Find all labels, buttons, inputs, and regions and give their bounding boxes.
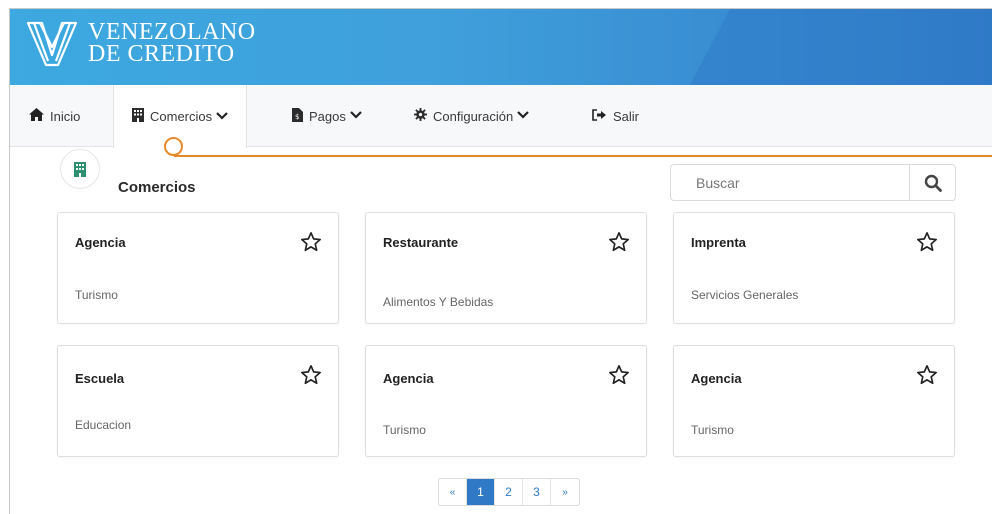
section-building-icon xyxy=(60,149,100,189)
brand-line-2: DE CREDITO xyxy=(88,41,235,67)
merchant-name: Agencia xyxy=(75,235,126,250)
brand-logo[interactable]: VENEZOLANO DE CREDITO xyxy=(24,15,256,71)
merchant-category: Educacion xyxy=(75,418,132,432)
merchant-category: Alimentos Y Bebidas xyxy=(383,295,494,309)
nav-configuracion-label: Configuración xyxy=(433,108,514,124)
merchant-card[interactable]: Imprenta Servicios Generales xyxy=(673,212,955,324)
nav-inicio[interactable]: Inicio xyxy=(29,85,80,147)
brand-name: VENEZOLANO DE CREDITO xyxy=(88,19,256,67)
callout-marker xyxy=(164,137,183,156)
merchant-category: Turismo xyxy=(383,423,426,437)
pagination-page-3[interactable]: 3 xyxy=(523,479,551,505)
invoice-icon: $ xyxy=(292,107,303,125)
star-icon[interactable] xyxy=(300,364,322,386)
nav-comercios-label: Comercios xyxy=(150,109,213,124)
header-decoration xyxy=(689,9,992,85)
merchant-card[interactable]: Agencia Turismo xyxy=(57,212,339,324)
merchant-name: Restaurante xyxy=(383,235,459,250)
merchant-category: Turismo xyxy=(75,288,118,302)
nav-inicio-label: Inicio xyxy=(50,108,81,124)
merchant-name: Agencia xyxy=(383,371,434,386)
pagination-next[interactable]: » xyxy=(551,479,579,505)
merchant-name: Escuela xyxy=(75,371,125,386)
page-title: Comercios xyxy=(118,179,196,196)
search-box xyxy=(670,164,956,201)
pagination-page-1[interactable]: 1 xyxy=(467,479,495,505)
main-nav: Inicio Comercios $ Pagos Configuración S… xyxy=(10,85,992,148)
sign-out-icon xyxy=(592,108,607,124)
nav-pagos-label: Pagos xyxy=(309,108,346,124)
pagination-prev[interactable]: « xyxy=(439,479,467,505)
callout-line xyxy=(174,155,992,157)
brand-line-1: VENEZOLANO xyxy=(88,19,256,45)
star-icon[interactable] xyxy=(300,231,322,253)
nav-pagos[interactable]: $ Pagos xyxy=(292,85,362,147)
star-icon[interactable] xyxy=(608,231,630,253)
star-icon[interactable] xyxy=(916,231,938,253)
merchant-name: Agencia xyxy=(691,371,742,386)
star-icon[interactable] xyxy=(916,364,938,386)
merchant-card[interactable]: Agencia Turismo xyxy=(673,345,955,457)
nav-configuracion[interactable]: Configuración xyxy=(414,85,529,147)
svg-text:$: $ xyxy=(295,113,299,121)
merchant-card[interactable]: Restaurante Alimentos Y Bebidas xyxy=(365,212,647,324)
merchant-card[interactable]: Escuela Educacion xyxy=(57,345,339,457)
star-icon[interactable] xyxy=(608,364,630,386)
chevron-down-icon xyxy=(216,111,228,123)
bank-logo-icon xyxy=(26,21,78,67)
nav-salir-label: Salir xyxy=(613,108,640,124)
merchant-card[interactable]: Agencia Turismo xyxy=(365,345,647,457)
search-input[interactable] xyxy=(672,166,908,199)
building-icon xyxy=(132,108,144,125)
gear-icon xyxy=(414,108,427,124)
search-button[interactable] xyxy=(909,165,955,200)
merchant-name: Imprenta xyxy=(691,235,746,250)
pagination: « 1 2 3 » xyxy=(438,478,580,506)
home-icon xyxy=(29,108,44,124)
pagination-page-2[interactable]: 2 xyxy=(495,479,523,505)
merchant-category: Turismo xyxy=(691,423,734,437)
search-icon xyxy=(924,174,942,192)
chevron-down-icon xyxy=(517,110,529,122)
nav-comercios[interactable]: Comercios xyxy=(113,85,248,148)
app-window: VENEZOLANO DE CREDITO Inicio Comercios $ xyxy=(9,8,992,514)
nav-salir[interactable]: Salir xyxy=(592,85,639,147)
merchant-category: Servicios Generales xyxy=(691,288,799,302)
header-banner: VENEZOLANO DE CREDITO xyxy=(10,9,992,85)
chevron-down-icon xyxy=(350,110,362,122)
